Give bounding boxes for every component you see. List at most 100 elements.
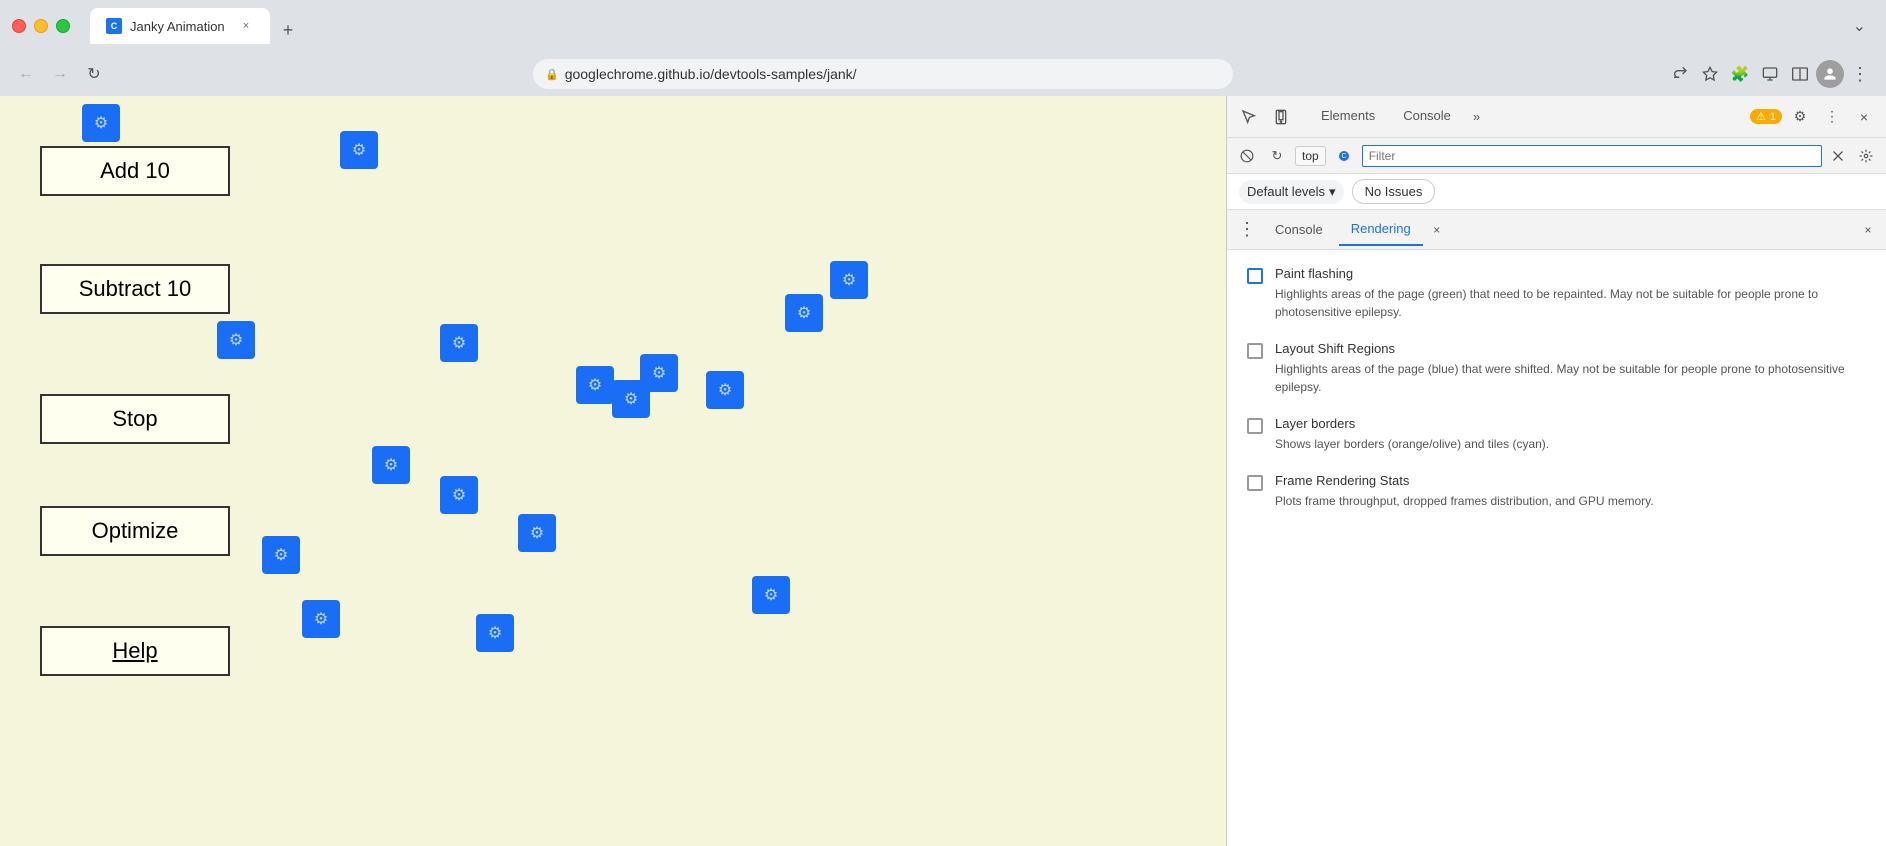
main-area: Add 10 Subtract 10 Stop Optimize Help: [0, 96, 1886, 846]
elements-tab[interactable]: Elements: [1307, 100, 1389, 133]
rendering-tab-close-icon[interactable]: ×: [1427, 220, 1447, 240]
animated-square: [440, 476, 478, 514]
rendering-tabs-more-icon[interactable]: ⋮: [1235, 218, 1259, 242]
layer-borders-checkbox[interactable]: [1247, 418, 1263, 434]
context-selector-icon[interactable]: C: [1332, 144, 1356, 168]
devtools-more-icon[interactable]: ⋮: [1818, 103, 1846, 131]
share-icon[interactable]: [1666, 60, 1694, 88]
filter-input[interactable]: [1362, 145, 1822, 167]
rendering-panel-close-icon[interactable]: ×: [1858, 220, 1878, 240]
layer-borders-text: Layer borders Shows layer borders (orang…: [1275, 416, 1866, 453]
extensions-icon[interactable]: 🧩: [1726, 60, 1754, 88]
tabs-area: C Janky Animation × +: [90, 8, 1837, 44]
svg-text:C: C: [1341, 153, 1346, 160]
devtools-panel: Elements Console » ⚠ 1 ⚙ ⋮ ×: [1226, 96, 1886, 846]
layout-shift-text: Layout Shift Regions Highlights areas of…: [1275, 341, 1866, 396]
browser-toolbar-icons: 🧩 ⋮: [1666, 60, 1874, 88]
warning-icon: ⚠: [1756, 110, 1766, 123]
animated-square: [440, 324, 478, 362]
refresh-icon[interactable]: ↻: [1265, 144, 1289, 168]
split-screen-icon[interactable]: [1786, 60, 1814, 88]
layer-borders-title: Layer borders: [1275, 416, 1866, 431]
refresh-button[interactable]: ↻: [80, 60, 108, 88]
animated-square: [752, 576, 790, 614]
console-tab[interactable]: Console: [1389, 100, 1465, 133]
new-tab-button[interactable]: +: [274, 16, 302, 44]
rendering-content: Paint flashing Highlights areas of the p…: [1227, 250, 1886, 846]
webpage-inner: Add 10 Subtract 10 Stop Optimize Help: [0, 96, 1226, 846]
default-levels-button[interactable]: Default levels ▾: [1239, 180, 1344, 204]
tab-favicon: C: [106, 18, 122, 34]
frame-rendering-desc: Plots frame throughput, dropped frames d…: [1275, 492, 1866, 510]
layer-borders-item: Layer borders Shows layer borders (orang…: [1247, 416, 1866, 453]
subtract-10-button[interactable]: Subtract 10: [40, 264, 230, 314]
levels-filter-icon[interactable]: [1854, 144, 1878, 168]
more-tabs-button[interactable]: »: [1465, 105, 1488, 128]
chrome-menu-icon[interactable]: ⋮: [1846, 60, 1874, 88]
warning-badge[interactable]: ⚠ 1: [1750, 109, 1782, 124]
devtools-right-icons: ⚙ ⋮ ×: [1786, 103, 1878, 131]
dropdown-arrow-icon: ▾: [1329, 184, 1336, 200]
back-button[interactable]: ←: [12, 60, 40, 88]
profile-icon[interactable]: [1816, 60, 1844, 88]
animated-square: [372, 446, 410, 484]
webpage: Add 10 Subtract 10 Stop Optimize Help: [0, 96, 1226, 846]
paint-flashing-desc: Highlights areas of the page (green) tha…: [1275, 285, 1866, 321]
animated-square: [476, 614, 514, 652]
animated-square: [518, 514, 556, 552]
forward-button[interactable]: →: [46, 60, 74, 88]
rendering-tab[interactable]: Rendering: [1339, 213, 1423, 246]
paint-flashing-text: Paint flashing Highlights areas of the p…: [1275, 266, 1866, 321]
animated-square: [302, 600, 340, 638]
paint-flashing-item: Paint flashing Highlights areas of the p…: [1247, 266, 1866, 321]
help-button[interactable]: Help: [40, 626, 230, 676]
inspect-element-icon[interactable]: [1235, 103, 1263, 131]
layout-shift-checkbox[interactable]: [1247, 343, 1263, 359]
layer-borders-desc: Shows layer borders (orange/olive) and t…: [1275, 435, 1866, 453]
cast-icon[interactable]: [1756, 60, 1784, 88]
tab-close-button[interactable]: ×: [238, 18, 254, 34]
clear-filter-icon[interactable]: [1828, 146, 1848, 166]
animated-square: [82, 104, 120, 142]
frame-rendering-checkbox[interactable]: [1247, 475, 1263, 491]
device-emulation-icon[interactable]: [1267, 103, 1295, 131]
console-rendering-tab[interactable]: Console: [1263, 214, 1335, 245]
animated-square: [785, 294, 823, 332]
traffic-lights: [12, 19, 70, 33]
animated-square: [217, 321, 255, 359]
lock-icon: 🔒: [545, 68, 559, 81]
title-bar: C Janky Animation × + ⌄: [0, 0, 1886, 52]
animated-square: [576, 366, 614, 404]
devtools-close-icon[interactable]: ×: [1850, 103, 1878, 131]
layout-shift-desc: Highlights areas of the page (blue) that…: [1275, 360, 1866, 396]
browser-window: C Janky Animation × + ⌄ ← → ↻ 🔒 googlech…: [0, 0, 1886, 846]
tab-label: Janky Animation: [130, 19, 230, 34]
paint-flashing-checkbox[interactable]: [1247, 268, 1263, 284]
address-text: googlechrome.github.io/devtools-samples/…: [565, 66, 1221, 82]
maximize-traffic-light[interactable]: [56, 19, 70, 33]
optimize-button[interactable]: Optimize: [40, 506, 230, 556]
devtools-settings-icon[interactable]: ⚙: [1786, 103, 1814, 131]
layout-shift-title: Layout Shift Regions: [1275, 341, 1866, 356]
close-traffic-light[interactable]: [12, 19, 26, 33]
stop-button[interactable]: Stop: [40, 394, 230, 444]
active-tab[interactable]: C Janky Animation ×: [90, 8, 270, 44]
devtools-filter-row: ↻ top C: [1227, 138, 1886, 174]
window-chevron-icon[interactable]: ⌄: [1845, 12, 1874, 40]
minimize-traffic-light[interactable]: [34, 19, 48, 33]
frame-rendering-title: Frame Rendering Stats: [1275, 473, 1866, 488]
devtools-levels-row: Default levels ▾ No Issues: [1227, 174, 1886, 210]
address-bar[interactable]: 🔒 googlechrome.github.io/devtools-sample…: [533, 59, 1233, 89]
animated-square: [340, 131, 378, 169]
animated-square: [706, 371, 744, 409]
clear-console-icon[interactable]: [1235, 144, 1259, 168]
devtools-toolbar: Elements Console » ⚠ 1 ⚙ ⋮ ×: [1227, 96, 1886, 138]
animated-square: [262, 536, 300, 574]
window-controls-right: ⌄: [1845, 12, 1874, 40]
bookmark-icon[interactable]: [1696, 60, 1724, 88]
frame-rendering-text: Frame Rendering Stats Plots frame throug…: [1275, 473, 1866, 510]
add-10-button[interactable]: Add 10: [40, 146, 230, 196]
context-selector[interactable]: top: [1295, 146, 1326, 166]
animated-square: [612, 380, 650, 418]
no-issues-button[interactable]: No Issues: [1352, 179, 1436, 204]
